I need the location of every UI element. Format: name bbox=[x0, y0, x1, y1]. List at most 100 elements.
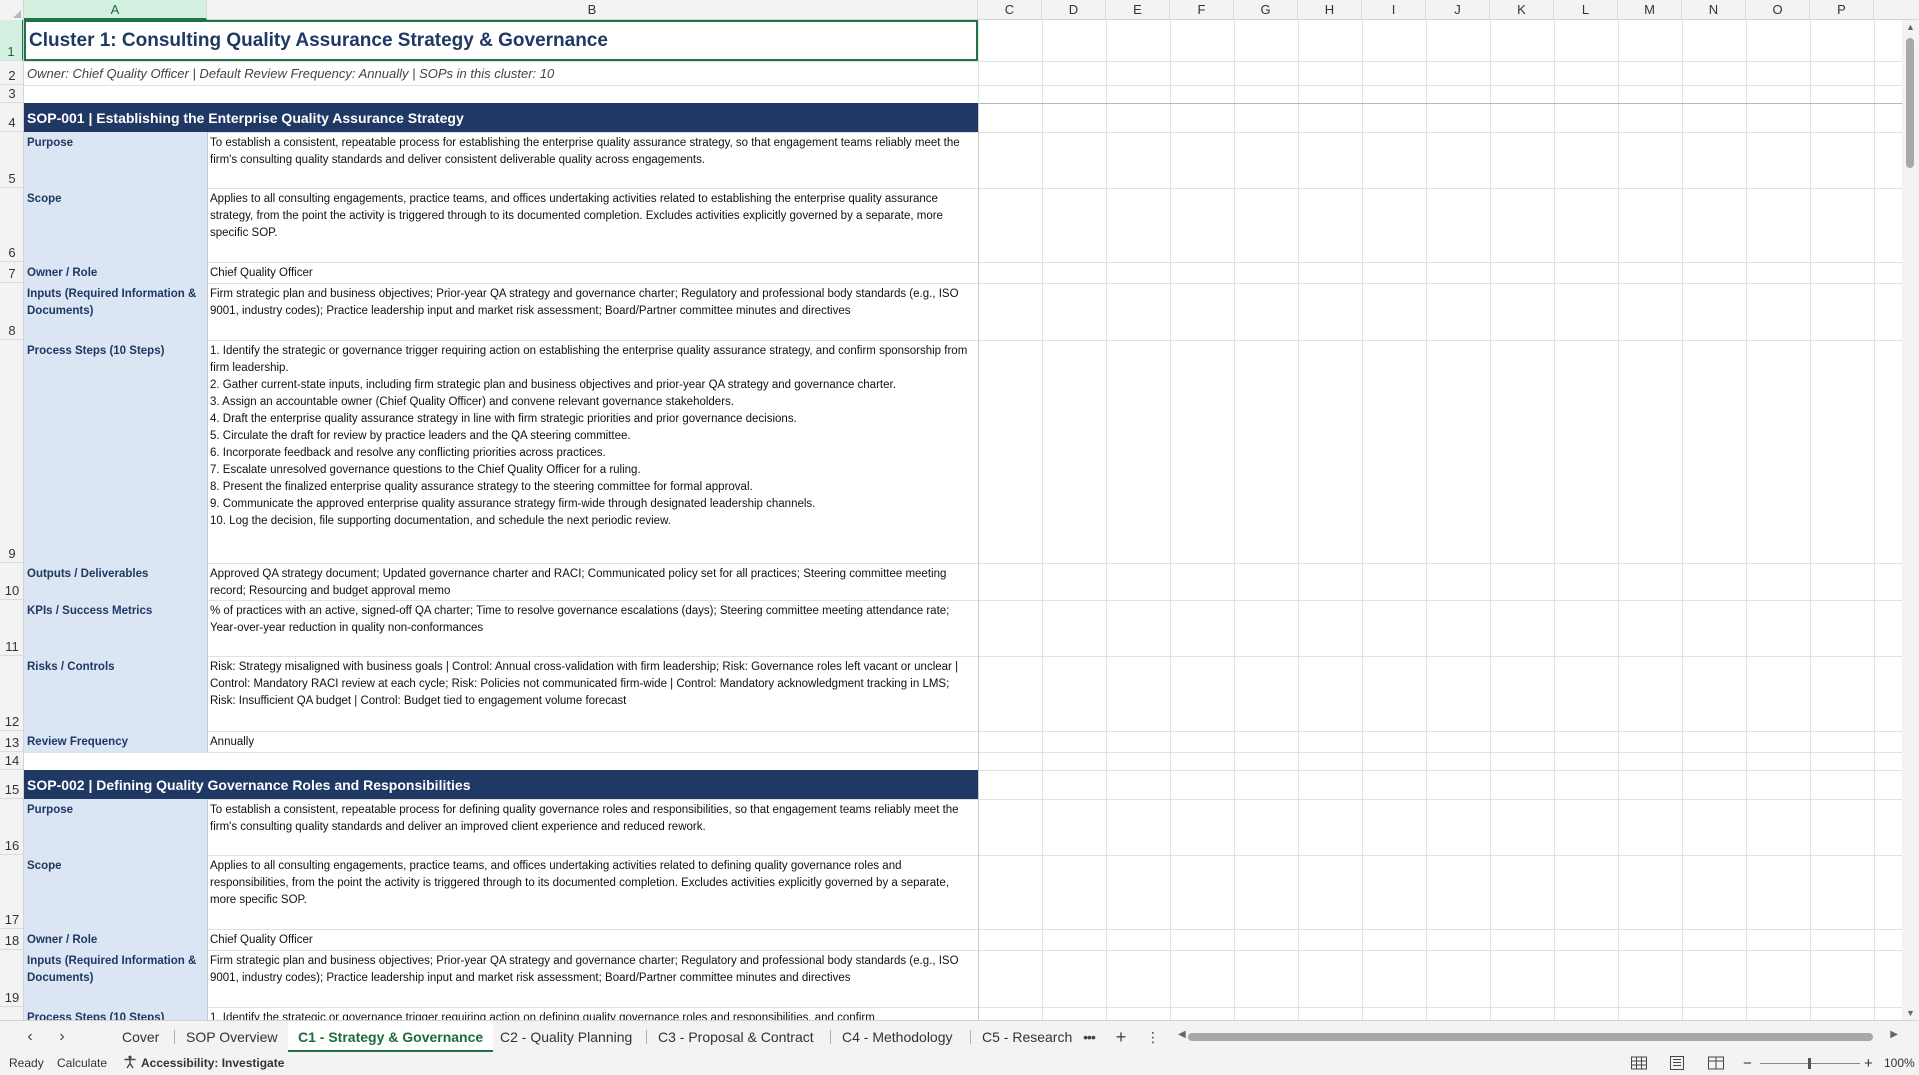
column-header-e[interactable]: E bbox=[1106, 0, 1170, 20]
sop-002-steps-label[interactable]: Process Steps (10 Steps) bbox=[24, 1007, 207, 1020]
sop-001-purpose-label[interactable]: Purpose bbox=[24, 132, 207, 188]
vertical-ellipsis-icon[interactable]: ⋮ bbox=[1143, 1027, 1163, 1047]
row-header-20[interactable]: 20 bbox=[0, 1007, 23, 1020]
row-header-3[interactable]: 3 bbox=[0, 85, 23, 103]
row-header-11[interactable]: 11 bbox=[0, 600, 23, 656]
accessibility-icon[interactable] bbox=[123, 1052, 137, 1075]
chevron-left-icon[interactable]: ‹ bbox=[20, 1027, 40, 1047]
sop-001-steps-value[interactable]: 1. Identify the strategic or governance … bbox=[207, 340, 978, 563]
select-all-corner[interactable] bbox=[0, 0, 24, 20]
row-header-8[interactable]: 8 bbox=[0, 283, 23, 340]
column-header-m[interactable]: M bbox=[1618, 0, 1682, 20]
sop-001-outputs-label[interactable]: Outputs / Deliverables bbox=[24, 563, 207, 600]
column-header-i[interactable]: I bbox=[1362, 0, 1426, 20]
chevron-right-icon[interactable]: › bbox=[52, 1027, 72, 1047]
row-header-17[interactable]: 17 bbox=[0, 855, 23, 929]
sop-001-risks-label[interactable]: Risks / Controls bbox=[24, 656, 207, 731]
sop-001-review-value[interactable]: Annually bbox=[207, 731, 978, 752]
sop-001-purpose-value[interactable]: To establish a consistent, repeatable pr… bbox=[207, 132, 978, 188]
scroll-left-icon[interactable]: ◀ bbox=[1178, 1029, 1186, 1040]
row-header-9[interactable]: 9 bbox=[0, 340, 23, 563]
tab-c4-methodology[interactable]: C4 - Methodology bbox=[832, 1021, 963, 1053]
page-break-view-icon[interactable] bbox=[1707, 1055, 1725, 1071]
sop-001-kpis-value[interactable]: % of practices with an active, signed-of… bbox=[207, 600, 978, 656]
sop-002-inputs-value[interactable]: Firm strategic plan and business objecti… bbox=[207, 950, 978, 1007]
page-layout-view-icon[interactable] bbox=[1668, 1055, 1686, 1071]
sop-002-steps-value[interactable]: 1. Identify the strategic or governance … bbox=[207, 1007, 978, 1020]
sop-001-steps-label[interactable]: Process Steps (10 Steps) bbox=[24, 340, 207, 563]
sop-002-owner-label[interactable]: Owner / Role bbox=[24, 929, 207, 950]
sop-001-outputs-value[interactable]: Approved QA strategy document; Updated g… bbox=[207, 563, 978, 600]
column-header-n[interactable]: N bbox=[1682, 0, 1746, 20]
row-header-10[interactable]: 10 bbox=[0, 563, 23, 600]
calculate-button[interactable]: Calculate bbox=[57, 1052, 107, 1075]
column-header-b[interactable]: B bbox=[207, 0, 978, 20]
tab-c5-research[interactable]: C5 - Research & bbox=[972, 1021, 1076, 1053]
normal-view-icon[interactable] bbox=[1630, 1055, 1648, 1071]
sop-001-scope-label[interactable]: Scope bbox=[24, 188, 207, 262]
zoom-in-icon[interactable]: + bbox=[1864, 1052, 1873, 1075]
ellipsis-icon[interactable]: ••• bbox=[1079, 1027, 1099, 1047]
sop-001-inputs-label[interactable]: Inputs (Required Information & Documents… bbox=[24, 283, 207, 340]
horizontal-scrollbar[interactable]: ◀ ▶ bbox=[1178, 1029, 1898, 1043]
sop-002-scope-value[interactable]: Applies to all consulting engagements, p… bbox=[207, 855, 978, 929]
row-header-7[interactable]: 7 bbox=[0, 262, 23, 283]
column-header-j[interactable]: J bbox=[1426, 0, 1490, 20]
sop-001-review-label[interactable]: Review Frequency bbox=[24, 731, 207, 752]
zoom-level[interactable]: 100% bbox=[1884, 1052, 1915, 1075]
accessibility-status[interactable]: Accessibility: Investigate bbox=[141, 1052, 284, 1075]
sop-002-header[interactable]: SOP-002 | Defining Quality Governance Ro… bbox=[24, 770, 978, 799]
row-header-2[interactable]: 2 bbox=[0, 61, 23, 85]
tab-c2-quality-planning[interactable]: C2 - Quality Planning bbox=[490, 1021, 642, 1053]
column-header-a[interactable]: A bbox=[24, 0, 207, 20]
row-header-14[interactable]: 14 bbox=[0, 752, 23, 770]
row-header-12[interactable]: 12 bbox=[0, 656, 23, 731]
row-header-18[interactable]: 18 bbox=[0, 929, 23, 950]
column-header-k[interactable]: K bbox=[1490, 0, 1554, 20]
row-header-19[interactable]: 19 bbox=[0, 950, 23, 1007]
tab-cover[interactable]: Cover bbox=[112, 1021, 169, 1053]
row-header-5[interactable]: 5 bbox=[0, 132, 23, 188]
zoom-slider-knob[interactable] bbox=[1808, 1058, 1811, 1069]
column-header-c[interactable]: C bbox=[978, 0, 1042, 20]
vertical-scrollbar[interactable]: ▲ ▼ bbox=[1902, 20, 1919, 1020]
column-header-o[interactable]: O bbox=[1746, 0, 1810, 20]
row-header-4[interactable]: 4 bbox=[0, 103, 23, 132]
sop-002-purpose-label[interactable]: Purpose bbox=[24, 799, 207, 855]
sheet-subtitle-cell[interactable]: Owner: Chief Quality Officer | Default R… bbox=[24, 61, 978, 85]
row-header-6[interactable]: 6 bbox=[0, 188, 23, 262]
column-header-p[interactable]: P bbox=[1810, 0, 1874, 20]
scroll-right-icon[interactable]: ▶ bbox=[1890, 1029, 1898, 1040]
sop-001-header[interactable]: SOP-001 | Establishing the Enterprise Qu… bbox=[24, 103, 978, 132]
row-header-1[interactable]: 1 bbox=[0, 20, 23, 61]
sop-001-kpis-label[interactable]: KPIs / Success Metrics bbox=[24, 600, 207, 656]
column-header-h[interactable]: H bbox=[1298, 0, 1362, 20]
plus-icon[interactable]: + bbox=[1111, 1027, 1131, 1047]
row-header-16[interactable]: 16 bbox=[0, 799, 23, 855]
sop-001-owner-value[interactable]: Chief Quality Officer bbox=[207, 262, 978, 283]
column-header-f[interactable]: F bbox=[1170, 0, 1234, 20]
sop-001-scope-value[interactable]: Applies to all consulting engagements, p… bbox=[207, 188, 978, 262]
sop-002-scope-label[interactable]: Scope bbox=[24, 855, 207, 929]
sop-001-inputs-value[interactable]: Firm strategic plan and business objecti… bbox=[207, 283, 978, 340]
row-header-13[interactable]: 13 bbox=[0, 731, 23, 752]
worksheet-grid[interactable]: Cluster 1: Consulting Quality Assurance … bbox=[24, 20, 1902, 1020]
tab-c1-strategy-governance[interactable]: C1 - Strategy & Governance bbox=[288, 1021, 494, 1053]
column-header-l[interactable]: L bbox=[1554, 0, 1618, 20]
tab-sop-overview[interactable]: SOP Overview bbox=[176, 1021, 288, 1053]
sheet-title-cell[interactable]: Cluster 1: Consulting Quality Assurance … bbox=[24, 20, 978, 61]
column-header-d[interactable]: D bbox=[1042, 0, 1106, 20]
zoom-out-icon[interactable]: − bbox=[1743, 1052, 1752, 1075]
vertical-scroll-thumb[interactable] bbox=[1906, 38, 1914, 168]
column-header-g[interactable]: G bbox=[1234, 0, 1298, 20]
sop-002-purpose-value[interactable]: To establish a consistent, repeatable pr… bbox=[207, 799, 978, 855]
sop-002-inputs-label[interactable]: Inputs (Required Information & Documents… bbox=[24, 950, 207, 1007]
sop-001-owner-label[interactable]: Owner / Role bbox=[24, 262, 207, 283]
scroll-up-icon[interactable]: ▲ bbox=[1902, 20, 1919, 34]
sop-002-owner-value[interactable]: Chief Quality Officer bbox=[207, 929, 978, 950]
tab-c3-proposal-contract[interactable]: C3 - Proposal & Contract bbox=[648, 1021, 824, 1053]
horizontal-scroll-thumb[interactable] bbox=[1188, 1033, 1873, 1041]
sop-001-risks-value[interactable]: Risk: Strategy misaligned with business … bbox=[207, 656, 978, 731]
row-header-15[interactable]: 15 bbox=[0, 770, 23, 799]
scroll-down-icon[interactable]: ▼ bbox=[1902, 1006, 1919, 1020]
